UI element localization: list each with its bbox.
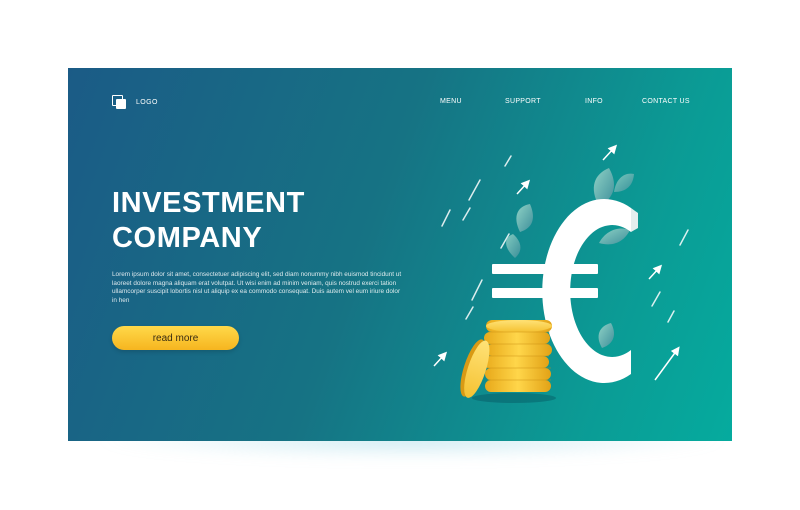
coin-stack-icon <box>460 320 556 403</box>
hero-illustration <box>433 144 689 403</box>
landing-card: LOGO MENU SUPPORT INFO CONTACT US INVEST… <box>68 68 732 441</box>
